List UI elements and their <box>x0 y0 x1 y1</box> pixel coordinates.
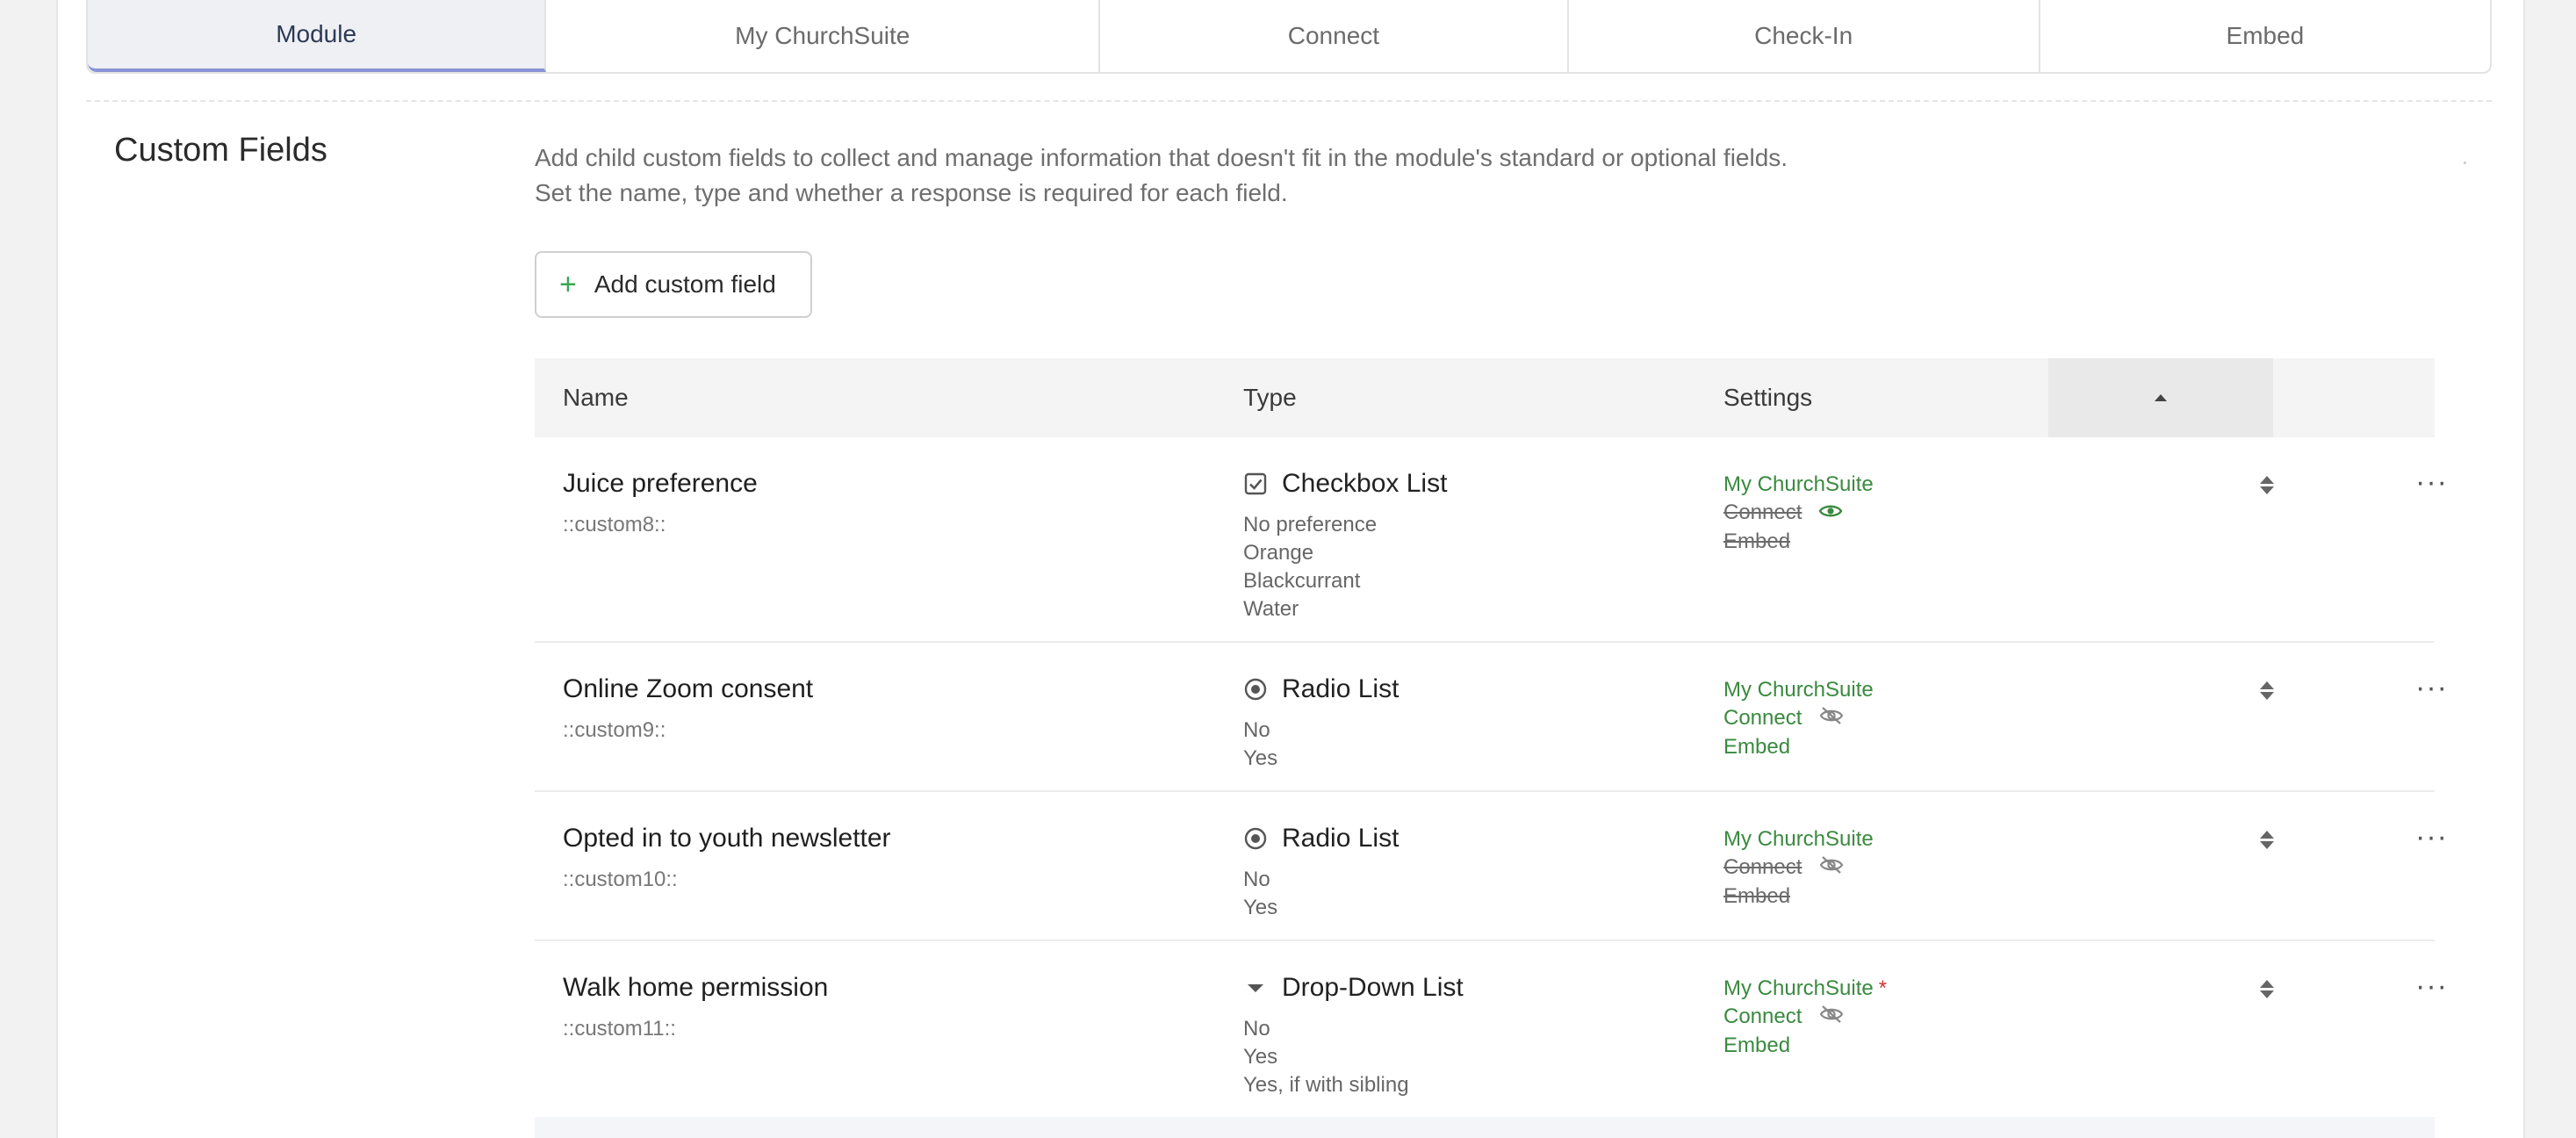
drag-sort-handle[interactable] <box>2260 980 2274 998</box>
section-divider <box>86 100 2492 102</box>
table-header: Name Type Settings <box>535 358 2435 437</box>
option-item: No <box>1243 1017 1270 1041</box>
drag-sort-handle[interactable] <box>2260 681 2274 700</box>
option-item: Yes <box>1243 896 1278 919</box>
add-custom-field-label: Add custom field <box>594 270 776 298</box>
more-actions-icon[interactable]: ··· <box>2415 673 2448 702</box>
setting-mychurchsuite: My ChurchSuite <box>1723 827 1874 851</box>
field-options: No Yes Yes, if with sibling <box>1243 1015 1464 1099</box>
radio-icon <box>1243 677 1268 702</box>
field-merge-code: ::custom11:: <box>563 1017 676 1041</box>
plus-icon: + <box>559 268 577 301</box>
option-item: Yes <box>1243 1045 1278 1069</box>
column-header-name: Name <box>563 384 629 411</box>
setting-connect: Connect <box>1723 706 1802 730</box>
drag-sort-handle[interactable] <box>2260 831 2274 849</box>
eye-icon <box>1818 500 1843 528</box>
option-item: No preference <box>1243 513 1378 537</box>
setting-connect: Connect <box>1723 501 1802 524</box>
field-settings: My ChurchSuite Connect Embed <box>1723 471 1874 556</box>
add-custom-field-button[interactable]: + Add custom field <box>535 251 812 318</box>
field-options: No preference Orange Blackcurrant Water <box>1243 511 1447 623</box>
description-line-2: Set the name, type and whether a respons… <box>535 179 1288 206</box>
sort-order-header[interactable] <box>2048 358 2273 437</box>
required-marker: * <box>1878 976 1888 1000</box>
option-item: No <box>1243 868 1270 891</box>
settings-tabs: Module My ChurchSuite Connect Check-In E… <box>86 0 2492 74</box>
field-type: Radio List <box>1282 674 1400 703</box>
option-item: Orange <box>1243 541 1314 565</box>
tab-connect[interactable]: Connect <box>1100 0 1569 72</box>
option-item: Water <box>1243 597 1299 621</box>
field-name: Opted in to youth newsletter <box>563 824 891 853</box>
field-settings: My ChurchSuite Connect Embed <box>1723 825 1874 911</box>
setting-mychurchsuite: My ChurchSuite <box>1723 472 1874 496</box>
setting-mychurchsuite: My ChurchSuite <box>1723 976 1874 1000</box>
radio-icon <box>1243 826 1268 851</box>
table-row: Online Zoom consent ::custom9:: Radio Li… <box>535 643 2447 792</box>
field-merge-code: ::custom10:: <box>563 868 678 891</box>
setting-connect: Connect <box>1723 855 1802 879</box>
sort-ascending-icon <box>2155 394 2167 401</box>
setting-embed: Embed <box>1723 529 1791 553</box>
tab-module[interactable]: Module <box>88 0 547 72</box>
setting-mychurchsuite: My ChurchSuite <box>1723 678 1874 702</box>
page-panel: Module My ChurchSuite Connect Check-In E… <box>56 0 2525 1138</box>
field-type: Radio List <box>1282 824 1400 853</box>
table-row: Juice preference ::custom8:: Checkbox Li… <box>535 437 2447 643</box>
field-name: Online Zoom consent <box>563 674 814 703</box>
decorative-dot <box>2464 162 2466 164</box>
custom-fields-table: Name Type Settings Juice preference ::cu… <box>535 358 2447 1120</box>
option-item: No <box>1243 718 1270 742</box>
option-item: Yes, if with sibling <box>1243 1073 1409 1097</box>
field-name: Walk home permission <box>563 973 829 1002</box>
table-row: Opted in to youth newsletter ::custom10:… <box>535 792 2447 941</box>
field-type: Drop-Down List <box>1282 973 1464 1002</box>
field-merge-code: ::custom9:: <box>563 718 666 742</box>
field-type: Checkbox List <box>1282 469 1448 498</box>
table-next-row-edge <box>535 1117 2435 1138</box>
setting-connect: Connect <box>1723 1005 1802 1028</box>
eye-off-icon <box>1818 854 1845 882</box>
field-name: Juice preference <box>563 469 758 498</box>
section-title: Custom Fields <box>114 132 327 169</box>
column-header-type: Type <box>1243 384 1297 411</box>
tab-embed[interactable]: Embed <box>2040 0 2490 72</box>
field-settings: My ChurchSuite Connect Embed <box>1723 676 1874 761</box>
more-actions-icon[interactable]: ··· <box>2415 971 2448 1001</box>
setting-embed: Embed <box>1723 883 1791 908</box>
field-merge-code: ::custom8:: <box>563 513 666 537</box>
option-item: Blackcurrant <box>1243 569 1361 593</box>
drag-sort-handle[interactable] <box>2260 476 2274 494</box>
field-options: No Yes <box>1243 866 1399 922</box>
table-row: Walk home permission ::custom11:: Drop-D… <box>535 941 2447 1120</box>
checkbox-icon <box>1243 472 1268 496</box>
more-actions-icon[interactable]: ··· <box>2415 822 2448 852</box>
section-description: Add child custom fields to collect and m… <box>535 140 1788 211</box>
more-actions-icon[interactable]: ··· <box>2415 467 2448 497</box>
field-options: No Yes <box>1243 717 1399 773</box>
description-line-1: Add child custom fields to collect and m… <box>535 144 1788 171</box>
column-header-settings: Settings <box>1723 384 1813 411</box>
tab-check-in[interactable]: Check-In <box>1569 0 2040 72</box>
field-settings: My ChurchSuite * Connect Embed <box>1723 975 1887 1060</box>
eye-off-icon <box>1818 705 1845 733</box>
dropdown-caret-icon <box>1243 976 1268 1000</box>
setting-embed: Embed <box>1723 1033 1791 1057</box>
setting-embed: Embed <box>1723 734 1791 759</box>
tab-my-churchsuite[interactable]: My ChurchSuite <box>546 0 1101 72</box>
eye-off-icon <box>1818 1004 1845 1032</box>
option-item: Yes <box>1243 746 1278 770</box>
